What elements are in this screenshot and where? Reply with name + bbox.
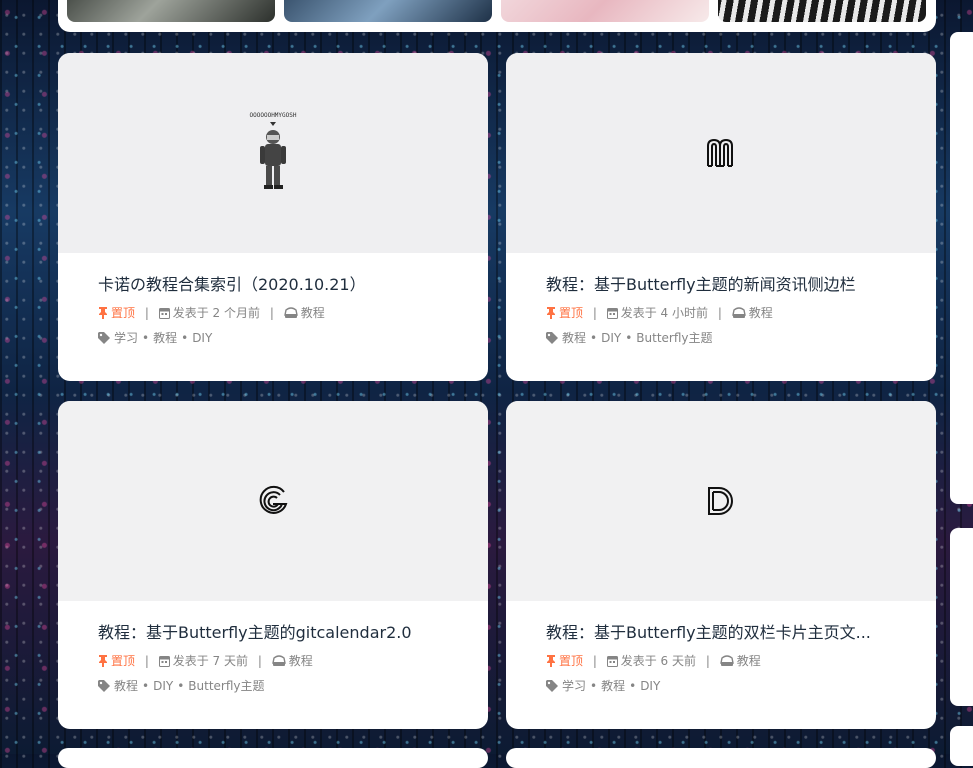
pixel-character-icon: OOOOOOHMYGOSH xyxy=(250,112,297,189)
tag-link[interactable]: 学习 xyxy=(562,679,586,693)
thumbtack-icon xyxy=(547,655,555,667)
inbox-icon xyxy=(731,307,746,318)
tag-icon xyxy=(98,680,110,692)
calendar-icon xyxy=(158,308,170,319)
post-cover[interactable] xyxy=(58,401,488,601)
thumbtack-icon xyxy=(99,655,107,667)
post-date: 发表于 4 小时前 xyxy=(603,306,712,320)
sidebar-card-edge xyxy=(950,32,973,504)
post-title[interactable]: 卡诺の教程合集索引（2020.10.21） xyxy=(98,273,448,297)
sticky-badge: 置顶 xyxy=(546,306,587,320)
post-tags: 学习 • 教程 • DIY xyxy=(98,330,448,346)
recommend-thumb[interactable] xyxy=(501,0,709,22)
post-cover[interactable] xyxy=(506,401,936,601)
post-tags: 教程 • DIY • Butterfly主题 xyxy=(546,330,896,346)
next-post-card[interactable] xyxy=(506,748,936,768)
tag-link[interactable]: 教程 xyxy=(562,331,586,345)
post-category[interactable]: 教程 xyxy=(728,306,773,320)
tag-link[interactable]: DIY xyxy=(601,331,621,345)
post-meta: 置顶 | 发表于 7 天前 | 教程 xyxy=(98,653,448,669)
post-card[interactable]: 教程：基于Butterfly主题的gitcalendar2.0 置顶 | 发表于… xyxy=(58,401,488,729)
calendar-icon xyxy=(606,656,618,667)
tag-icon xyxy=(546,332,558,344)
post-tags: 教程 • DIY • Butterfly主题 xyxy=(98,678,448,694)
tag-link[interactable]: Butterfly主题 xyxy=(188,679,264,693)
g-logo-icon xyxy=(259,485,288,514)
svg-text:OOOOOOHMYGOSH: OOOOOOHMYGOSH xyxy=(250,112,297,119)
post-title[interactable]: 教程：基于Butterfly主题的gitcalendar2.0 xyxy=(98,621,448,645)
post-cover[interactable] xyxy=(506,53,936,253)
post-category[interactable]: 教程 xyxy=(268,654,313,668)
sticky-badge: 置顶 xyxy=(98,306,139,320)
recommend-thumb[interactable] xyxy=(67,0,275,22)
tag-link[interactable]: 教程 xyxy=(601,679,625,693)
tag-icon xyxy=(98,332,110,344)
tag-link[interactable]: DIY xyxy=(640,679,660,693)
post-cover[interactable]: OOOOOOHMYGOSH xyxy=(58,53,488,253)
post-meta: 置顶 | 发表于 6 天前 | 教程 xyxy=(546,653,896,669)
calendar-icon xyxy=(158,656,170,667)
sidebar-card-edge xyxy=(950,726,973,766)
post-date: 发表于 6 天前 xyxy=(603,654,700,668)
thumbtack-icon xyxy=(99,307,107,319)
tag-link[interactable]: 教程 xyxy=(153,331,177,345)
recommend-thumb[interactable] xyxy=(718,0,926,22)
tag-link[interactable]: Butterfly主题 xyxy=(636,331,712,345)
post-meta: 置顶 | 发表于 2 个月前 | 教程 xyxy=(98,305,448,321)
tag-link[interactable]: DIY xyxy=(153,679,173,693)
d-logo-icon xyxy=(708,487,733,515)
tag-icon xyxy=(546,680,558,692)
post-date: 发表于 7 天前 xyxy=(155,654,252,668)
post-card[interactable]: OOOOOOHMYGOSH 卡诺の教程合集索引（2020.10.21） 置顶 |… xyxy=(58,53,488,381)
next-post-card[interactable] xyxy=(58,748,488,768)
inbox-icon xyxy=(283,307,298,318)
m-logo-icon xyxy=(707,138,733,167)
tag-link[interactable]: 学习 xyxy=(114,331,138,345)
post-title[interactable]: 教程：基于Butterfly主题的双栏卡片主页文... xyxy=(546,621,896,645)
calendar-icon xyxy=(606,308,618,319)
post-card[interactable]: 教程：基于Butterfly主题的双栏卡片主页文... 置顶 | 发表于 6 天… xyxy=(506,401,936,729)
sticky-badge: 置顶 xyxy=(98,654,139,668)
post-category[interactable]: 教程 xyxy=(280,306,325,320)
inbox-icon xyxy=(271,655,286,666)
tag-link[interactable]: DIY xyxy=(192,331,212,345)
post-meta: 置顶 | 发表于 4 小时前 | 教程 xyxy=(546,305,896,321)
inbox-icon xyxy=(719,655,734,666)
post-category[interactable]: 教程 xyxy=(716,654,761,668)
post-title[interactable]: 教程：基于Butterfly主题的新闻资讯侧边栏 xyxy=(546,273,896,297)
tag-link[interactable]: 教程 xyxy=(114,679,138,693)
recommend-thumb[interactable] xyxy=(284,0,492,22)
sticky-badge: 置顶 xyxy=(546,654,587,668)
post-date: 发表于 2 个月前 xyxy=(155,306,264,320)
post-card[interactable]: 教程：基于Butterfly主题的新闻资讯侧边栏 置顶 | 发表于 4 小时前 … xyxy=(506,53,936,381)
sidebar-card-edge xyxy=(950,528,973,706)
thumbtack-icon xyxy=(547,307,555,319)
post-tags: 学习 • 教程 • DIY xyxy=(546,678,896,694)
